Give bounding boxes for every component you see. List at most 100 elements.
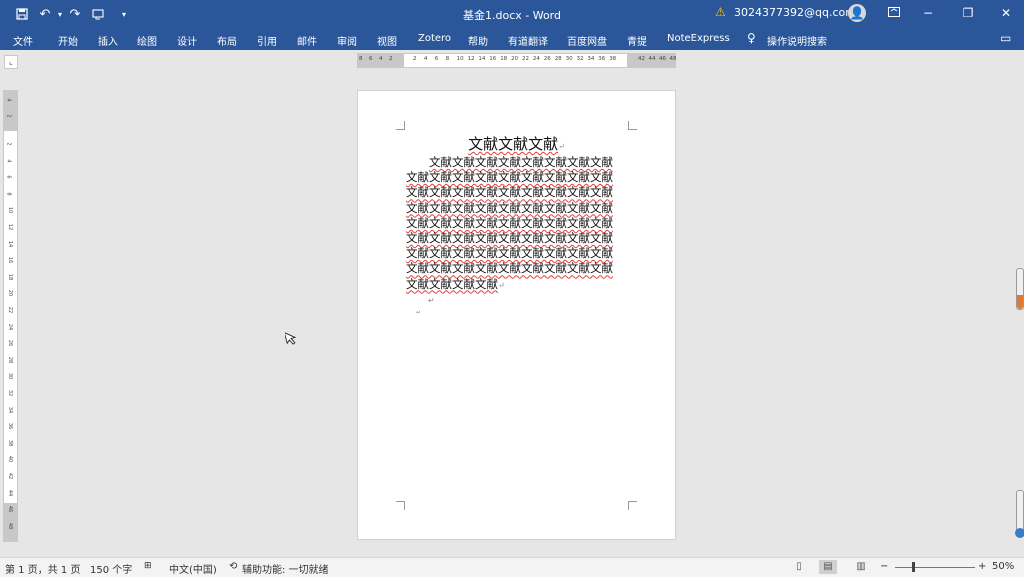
accessibility-status[interactable]: 辅助功能: 一切就绪 xyxy=(242,561,329,576)
zoom-in-button[interactable]: + xyxy=(978,561,986,572)
side-slider[interactable] xyxy=(1016,268,1024,310)
heading-text: 文献文献文献 xyxy=(468,135,559,153)
ruler-tick-label: 44 xyxy=(648,56,656,62)
ruler-tick-label: 8 xyxy=(359,56,363,62)
warning-icon[interactable]: ⚠ xyxy=(715,5,726,19)
tab-file[interactable]: 文件 xyxy=(13,33,33,48)
vertical-ruler-tick-label: 10 xyxy=(7,207,14,214)
vertical-ruler-tick-label: 24 xyxy=(7,323,14,330)
vertical-ruler[interactable]: 4 2 2 4 6 8 10 12 14 16 18 20 22 24 26 28 30 32 34 36 38 40 42… xyxy=(3,90,18,542)
horizontal-ruler[interactable]: 8 6 4 2 2 4 6 8 10 12 14 16 18 20 22 24 26 28 30 32 34 36 38 42… xyxy=(357,53,677,68)
accessibility-icon: ⟲ xyxy=(229,561,238,572)
ruler-tick-label: 4 xyxy=(423,56,428,62)
crop-mark-top-right xyxy=(628,121,637,130)
crop-mark-top-left xyxy=(396,121,405,130)
document-body[interactable]: 文献文献文献文献文献文献文献文献文献文献文献文献文献文献文献文献文献文献文献文献… xyxy=(406,155,620,293)
tab-qingti[interactable]: 青提 xyxy=(627,33,647,48)
mouse-pointer-icon xyxy=(285,331,297,345)
ruler-row: ⌞ 8 6 4 2 2 4 6 8 10 12 14 16 18 20 22 24 26 28 30 32 34 36 38… xyxy=(0,50,1024,70)
tab-insert[interactable]: 插入 xyxy=(98,33,118,48)
ribbon-display-icon[interactable] xyxy=(884,4,904,22)
tab-youdao[interactable]: 有道翻译 xyxy=(508,33,548,48)
ruler-tick-label: 38 xyxy=(609,56,617,62)
tab-review[interactable]: 审阅 xyxy=(337,33,357,48)
ruler-tick-label: 12 xyxy=(467,56,475,62)
tab-references[interactable]: 引用 xyxy=(257,33,277,48)
ruler-tick-label: 14 xyxy=(478,56,486,62)
vertical-ruler-tick-label: 46 xyxy=(7,506,14,513)
tab-selector-icon[interactable]: ⌞ xyxy=(4,55,18,69)
restore-icon[interactable]: ❐ xyxy=(958,4,978,22)
vertical-ruler-tick-label: 44 xyxy=(7,489,14,496)
ruler-tick-label: 30 xyxy=(565,56,573,62)
crop-mark-bottom-right xyxy=(628,501,637,510)
ribbon-tabs: 文件 开始 插入 绘图 设计 布局 引用 邮件 审阅 视图 Zotero 帮助 … xyxy=(0,28,1024,50)
vertical-ruler-tick-label: 34 xyxy=(7,406,14,413)
tab-baidu-netdisk[interactable]: 百度网盘 xyxy=(567,33,607,48)
vertical-ruler-tick-label: 20 xyxy=(7,290,14,297)
vertical-ruler-tick-label: 4 xyxy=(5,159,12,163)
comments-icon[interactable]: ▭ xyxy=(1000,31,1011,45)
ruler-tick-label: 36 xyxy=(598,56,606,62)
ruler-tick-label: 6 xyxy=(369,56,373,62)
vertical-ruler-tick-label: 40 xyxy=(7,456,14,463)
print-layout-icon[interactable]: ▤ xyxy=(819,560,837,574)
vertical-ruler-tick-label: 42 xyxy=(7,472,14,480)
status-bar: 第 1 页，共 1 页 150 个字 ⊞ 中文(中国) ⟲ 辅助功能: 一切就绪… xyxy=(0,557,1024,577)
web-layout-icon[interactable]: ▥ xyxy=(852,560,870,574)
document-page[interactable]: 文献文献文献↵ 文献文献文献文献文献文献文献文献文献文献文献文献文献文献文献文献… xyxy=(357,90,676,540)
vertical-ruler-tick-label: 32 xyxy=(7,389,14,397)
tab-help[interactable]: 帮助 xyxy=(468,33,488,48)
ruler-tick-label: 10 xyxy=(456,56,464,62)
tell-me-search[interactable]: 操作说明搜索 xyxy=(767,33,827,48)
window-title: 基金1.docx - Word xyxy=(462,9,561,22)
tab-noteexpress[interactable]: NoteExpress xyxy=(667,33,730,44)
ruler-tick-label: 48 xyxy=(669,56,677,62)
read-mode-icon[interactable]: ▯ xyxy=(790,560,808,574)
side-slider-fill xyxy=(1017,295,1023,309)
vertical-ruler-tick-label: 38 xyxy=(7,439,14,446)
minimize-icon[interactable]: − xyxy=(918,4,938,22)
tab-design[interactable]: 设计 xyxy=(177,33,197,48)
close-icon[interactable]: ✕ xyxy=(996,4,1016,22)
zoom-slider-thumb[interactable] xyxy=(911,562,915,572)
language-indicator[interactable]: 中文(中国) xyxy=(169,561,217,576)
tab-layout[interactable]: 布局 xyxy=(217,33,237,48)
document-heading[interactable]: 文献文献文献↵ xyxy=(358,133,675,154)
empty-paragraph-mark: ↵ xyxy=(428,296,435,305)
crop-mark-bottom-left xyxy=(396,501,405,510)
empty-paragraph-mark: ↵ xyxy=(416,309,422,316)
account-email[interactable]: 3024377392@qq.com xyxy=(734,6,856,19)
ruler-tick-label: 20 xyxy=(511,56,519,62)
ruler-tick-label: 16 xyxy=(489,56,497,62)
zoom-out-button[interactable]: − xyxy=(880,561,888,572)
ruler-tick-label: 6 xyxy=(434,56,439,62)
ruler-top-margin xyxy=(4,91,17,131)
tab-draw[interactable]: 绘图 xyxy=(137,33,157,48)
ruler-tick-label: 4 xyxy=(379,56,383,62)
vertical-ruler-tick-label: 28 xyxy=(7,356,14,363)
ruler-tick-label: 24 xyxy=(532,56,540,62)
proofing-icon[interactable]: ⊞ xyxy=(144,561,152,571)
ruler-tick-label: 18 xyxy=(500,56,508,62)
avatar[interactable]: 👤 xyxy=(848,4,866,22)
word-count[interactable]: 150 个字 xyxy=(90,561,132,576)
lightbulb-icon[interactable]: ♀ xyxy=(747,31,756,45)
tab-zotero[interactable]: Zotero xyxy=(418,33,451,44)
side-slider-knob[interactable] xyxy=(1015,528,1024,538)
ruler-tick-label: 2 xyxy=(413,56,417,62)
side-slider-2[interactable] xyxy=(1015,490,1024,538)
tab-home[interactable]: 开始 xyxy=(58,33,78,48)
vertical-ruler-tick-label: 14 xyxy=(7,240,14,247)
vertical-ruler-tick-label: 18 xyxy=(7,273,14,280)
ruler-tick-label: 22 xyxy=(522,56,529,62)
zoom-level[interactable]: 50% xyxy=(992,561,1014,572)
zoom-slider[interactable] xyxy=(895,567,975,568)
vertical-ruler-tick-label: 16 xyxy=(7,257,14,264)
page-count[interactable]: 第 1 页，共 1 页 xyxy=(5,561,80,576)
ruler-tick-label: 42 xyxy=(638,56,645,62)
tab-mailings[interactable]: 邮件 xyxy=(297,33,317,48)
ruler-tick-label: 26 xyxy=(543,56,551,62)
tab-view[interactable]: 视图 xyxy=(377,33,397,48)
paragraph-mark: ↵ xyxy=(498,280,505,290)
